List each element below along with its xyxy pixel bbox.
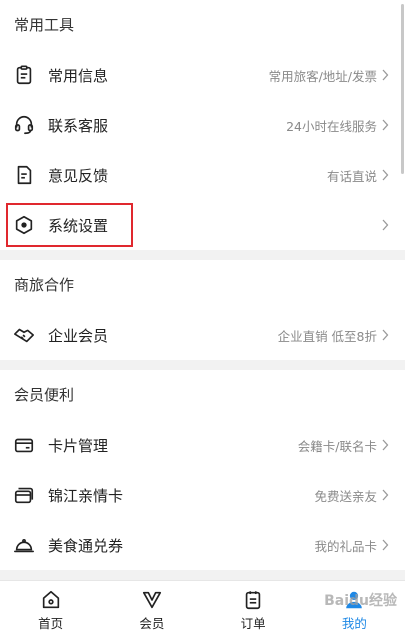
section-title: 商旅合作 [14, 276, 75, 294]
card-icon [12, 433, 36, 457]
bottom-tab-bar: 首页 会员 订单 我的 [0, 580, 405, 640]
section-title: 会员便利 [14, 386, 75, 404]
gift-cards-icon [12, 483, 36, 507]
menu-item-label: 意见反馈 [48, 166, 109, 185]
menu-item-hint: 常用旅客/地址/发票 [268, 68, 377, 84]
menu-item-label: 系统设置 [48, 216, 109, 235]
handshake-icon [12, 323, 36, 347]
settings-hexagon-icon [12, 213, 36, 237]
headset-icon [12, 113, 36, 137]
menu-item-label: 美食通兑券 [48, 536, 124, 555]
menu-item-feedback[interactable]: 意见反馈 有话直说 [0, 150, 405, 200]
menu-item-system-settings[interactable]: 系统设置 [0, 200, 405, 250]
menu-item-hint: 会籍卡/联名卡 [297, 438, 377, 454]
tab-label: 订单 [240, 616, 266, 631]
menu-item-label: 企业会员 [48, 326, 109, 345]
order-list-icon [245, 591, 261, 610]
menu-item-common-info[interactable]: 常用信息 常用旅客/地址/发票 [0, 50, 405, 100]
menu-item-family-card[interactable]: 锦江亲情卡 免费送亲友 [0, 470, 405, 520]
section-title: 常用工具 [14, 16, 75, 34]
chevron-right-icon [381, 488, 391, 502]
chevron-right-icon [381, 538, 391, 552]
tab-home[interactable]: 首页 [0, 581, 101, 640]
chevron-right-icon [381, 328, 391, 342]
section-member-convenience: 会员便利 卡片管理 会籍卡/联名卡 锦江亲情卡 免费送亲友 美食通兑券 我的礼品… [0, 370, 405, 570]
clipboard-icon [12, 63, 36, 87]
section-business-cooperation: 商旅合作 企业会员 企业直销 低至8折 [0, 260, 405, 360]
watermark: Baidu经验 [324, 593, 397, 609]
chevron-right-icon [381, 438, 391, 452]
chevron-right-icon [381, 168, 391, 182]
chevron-right-icon [381, 218, 391, 232]
tab-label: 我的 [341, 616, 367, 631]
home-icon [42, 590, 59, 609]
chevron-right-icon [381, 118, 391, 132]
scrollbar[interactable] [401, 4, 404, 174]
menu-item-label: 卡片管理 [48, 436, 109, 455]
menu-item-hint: 企业直销 低至8折 [277, 328, 377, 344]
tab-orders[interactable]: 订单 [203, 581, 304, 640]
section-common-tools: 常用工具 常用信息 常用旅客/地址/发票 联系客服 24小时在线服务 意见反馈 … [0, 0, 405, 250]
feedback-doc-icon [12, 163, 36, 187]
menu-item-hint: 有话直说 [326, 168, 377, 184]
menu-item-enterprise-member[interactable]: 企业会员 企业直销 低至8折 [0, 310, 405, 360]
cloche-icon [12, 533, 36, 557]
menu-item-hint: 我的礼品卡 [314, 538, 377, 554]
vip-v-icon [142, 591, 161, 609]
menu-item-label: 联系客服 [48, 116, 109, 135]
section-divider [0, 250, 405, 260]
menu-item-hint: 免费送亲友 [314, 488, 377, 504]
menu-item-food-voucher[interactable]: 美食通兑券 我的礼品卡 [0, 520, 405, 570]
section-divider [0, 360, 405, 370]
menu-item-label: 锦江亲情卡 [48, 486, 124, 505]
tab-member[interactable]: 会员 [101, 581, 202, 640]
menu-item-customer-service[interactable]: 联系客服 24小时在线服务 [0, 100, 405, 150]
profile-page: 常用工具 常用信息 常用旅客/地址/发票 联系客服 24小时在线服务 意见反馈 … [0, 0, 405, 640]
tab-label: 首页 [38, 616, 64, 631]
chevron-right-icon [381, 68, 391, 82]
menu-item-label: 常用信息 [48, 66, 109, 85]
menu-item-hint: 24小时在线服务 [286, 118, 377, 134]
menu-item-card-management[interactable]: 卡片管理 会籍卡/联名卡 [0, 420, 405, 470]
tab-label: 会员 [139, 616, 165, 631]
